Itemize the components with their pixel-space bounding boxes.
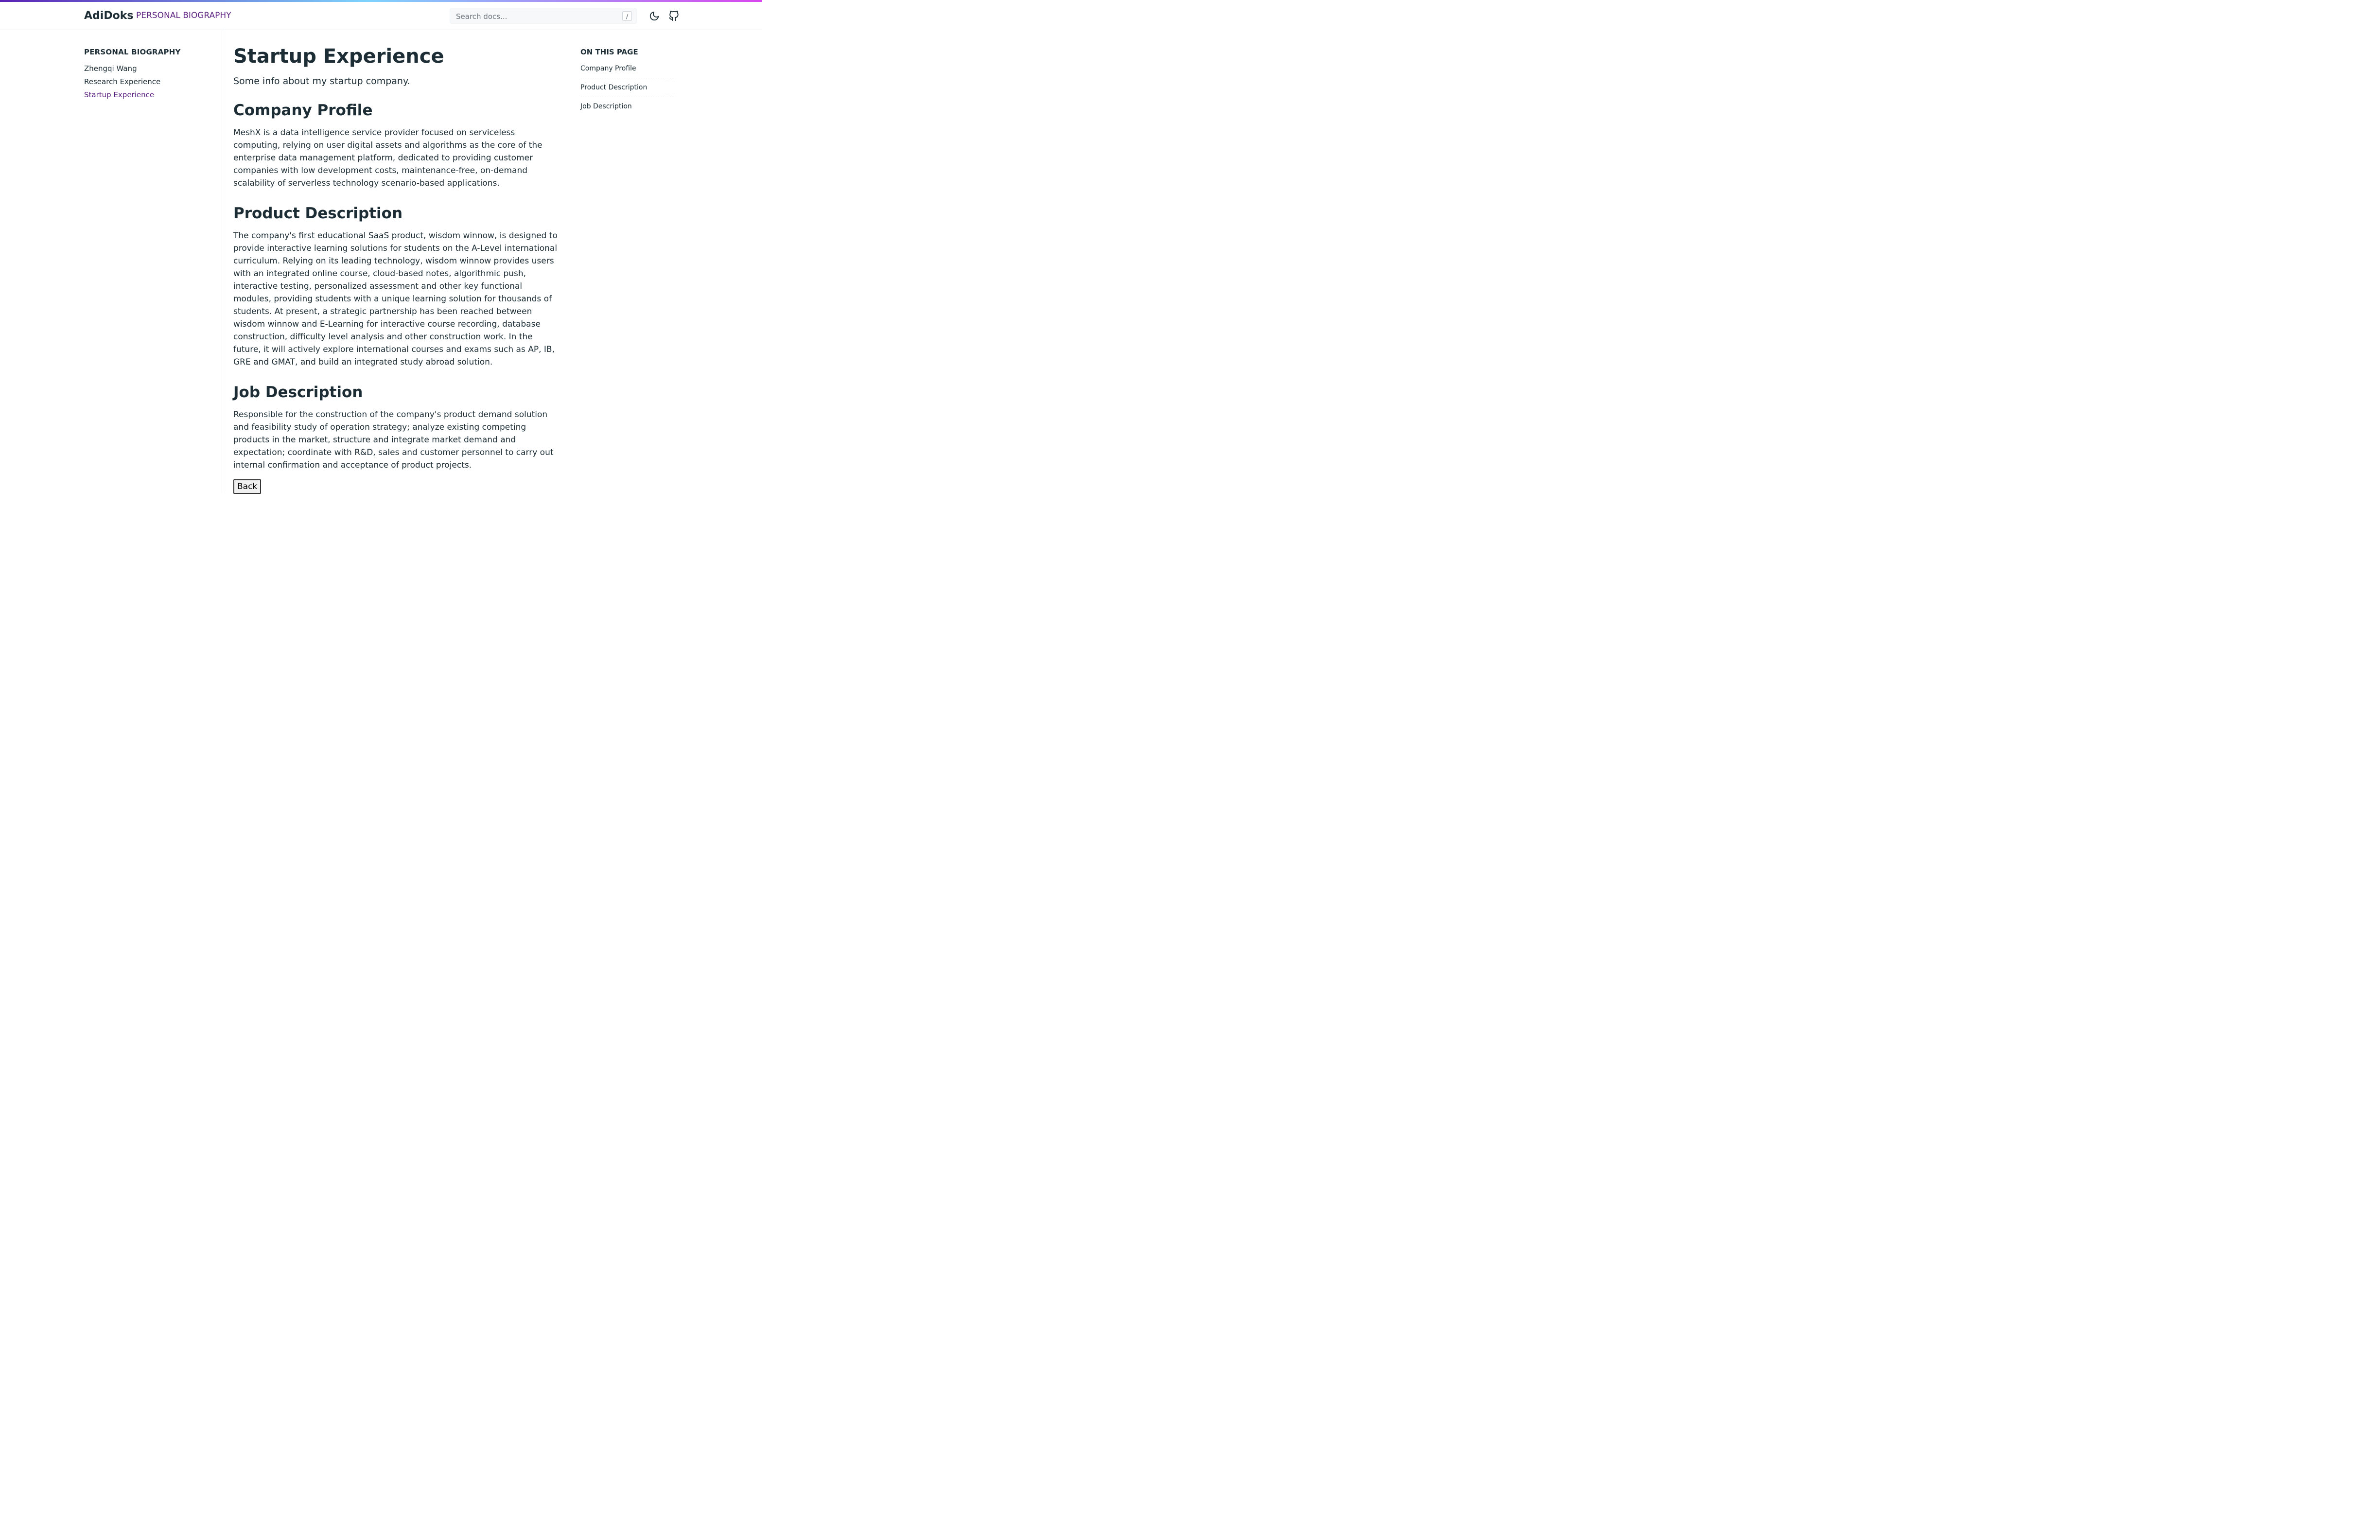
page-lead: Some info about my startup company. [233,76,410,87]
search-box[interactable]: / [450,8,637,24]
sidebar-item-zhengqi-wang[interactable]: Zhengqi Wang [84,64,181,73]
main-content: Startup Experience Some info about my st… [233,44,559,494]
github-icon[interactable] [668,10,679,21]
search-input[interactable] [455,11,617,22]
search-shortcut-key: / [622,11,632,21]
page-title: Startup Experience [233,45,444,68]
sidebar-item-startup-experience[interactable]: Startup Experience [84,90,181,100]
moon-icon[interactable] [649,11,660,21]
sidebar-item-research-experience[interactable]: Research Experience [84,77,181,87]
navbar: AdiDoks PERSONAL BIOGRAPHY / [0,2,762,30]
section-body-product-description: The company's first educational SaaS pro… [233,231,558,367]
section-heading-company-profile: Company Profile [233,102,373,119]
section-heading-job-description: Job Description [233,384,363,401]
sidebar-heading: PERSONAL BIOGRAPHY [84,48,181,56]
toc-heading: ON THIS PAGE [580,48,638,56]
section-body-job-description: Responsible for the construction of the … [233,410,554,470]
table-of-contents: ON THIS PAGE Company Profile Product Des… [580,48,674,121]
section-body-company-profile: MeshX is a data intelligence service pro… [233,128,542,188]
brand-logo[interactable]: AdiDoks [84,10,133,22]
toc-item-job-description[interactable]: Job Description [580,102,674,116]
sidebar: PERSONAL BIOGRAPHY Zhengqi Wang Research… [84,48,181,104]
toc-item-product-description[interactable]: Product Description [580,83,674,97]
back-button[interactable]: Back [233,479,262,494]
toc-item-company-profile[interactable]: Company Profile [580,64,674,78]
section-link[interactable]: PERSONAL BIOGRAPHY [136,11,231,20]
section-heading-product-description: Product Description [233,205,403,222]
